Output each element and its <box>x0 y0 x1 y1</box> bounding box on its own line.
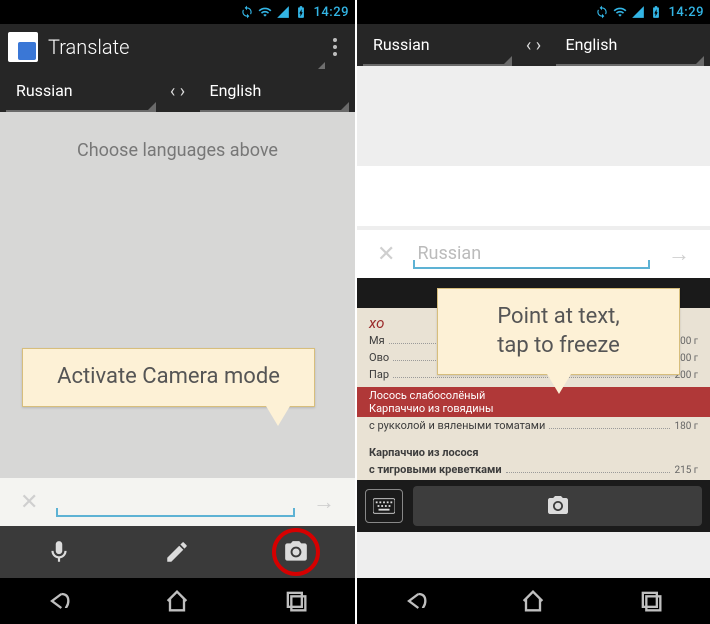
camera-shutter-button[interactable] <box>413 486 702 526</box>
camera-action-bar <box>357 480 710 532</box>
tooltip-freeze: Point at text, tap to freeze <box>437 288 680 375</box>
edit-icon <box>164 539 190 565</box>
camera-input-button[interactable] <box>256 532 336 572</box>
input-row: ✕ → <box>0 478 355 526</box>
menu-highlight: Лосось слабосолёный Карпаччио из говядин… <box>357 387 710 417</box>
language-row: Russian ‹ › English <box>0 70 355 112</box>
status-bar: 14:29 <box>357 0 710 24</box>
battery-icon <box>649 5 663 19</box>
camera-icon <box>546 494 570 518</box>
translate-go-button[interactable]: → <box>303 483 345 521</box>
source-language-selector[interactable]: Russian <box>363 24 512 66</box>
voice-input-button[interactable] <box>19 532 99 572</box>
system-nav-bar <box>357 578 710 624</box>
action-bar <box>0 526 355 578</box>
overflow-menu-button[interactable] <box>323 32 347 62</box>
translate-logo-icon[interactable] <box>8 32 38 62</box>
clear-input-button[interactable]: ✕ <box>367 236 405 273</box>
tooltip-text: Activate Camera mode <box>57 364 280 389</box>
status-bar: 14:29 <box>0 0 355 24</box>
keyboard-toggle-button[interactable] <box>365 489 403 523</box>
system-nav-bar <box>0 578 355 624</box>
signal-icon <box>276 5 290 19</box>
recents-button[interactable] <box>637 587 665 615</box>
status-time: 14:29 <box>669 5 704 20</box>
back-button[interactable] <box>45 587 73 615</box>
language-row: Russian ‹ › English <box>357 24 710 66</box>
wifi-icon <box>613 5 627 19</box>
phone-right: 14:29 Russian ‹ › English ✕ Russian → хо… <box>355 0 710 624</box>
wifi-icon <box>258 5 272 19</box>
status-time: 14:29 <box>314 5 349 20</box>
tooltip-line1: Point at text, <box>497 304 619 329</box>
sync-icon <box>595 5 609 19</box>
battery-icon <box>294 5 308 19</box>
keyboard-icon <box>373 497 395 515</box>
mic-icon <box>46 539 72 565</box>
app-bar: Translate <box>0 24 355 70</box>
app-title[interactable]: Translate <box>48 35 323 59</box>
target-language-label: English <box>210 81 262 100</box>
target-language-label: English <box>566 35 618 54</box>
home-button[interactable] <box>163 587 191 615</box>
text-input[interactable]: Russian <box>413 239 650 269</box>
translate-go-button[interactable]: → <box>658 235 700 273</box>
source-language-label: Russian <box>16 81 73 100</box>
main-area: Choose languages above Activate Camera m… <box>0 112 355 578</box>
swap-languages-button[interactable]: ‹ › <box>156 70 200 112</box>
tooltip-camera: Activate Camera mode <box>22 348 315 407</box>
home-button[interactable] <box>519 587 547 615</box>
signal-icon <box>631 5 645 19</box>
clear-input-button[interactable]: ✕ <box>10 484 48 521</box>
target-language-selector[interactable]: English <box>200 70 350 112</box>
target-language-selector[interactable]: English <box>556 24 705 66</box>
input-placeholder: Russian <box>413 243 481 264</box>
sync-icon <box>240 5 254 19</box>
hint-text: Choose languages above <box>0 112 355 161</box>
input-row: ✕ Russian → <box>357 230 710 278</box>
source-language-label: Russian <box>373 35 430 54</box>
handwriting-input-button[interactable] <box>137 532 217 572</box>
swap-languages-button[interactable]: ‹ › <box>512 24 556 66</box>
text-input[interactable] <box>56 487 295 517</box>
tooltip-line2: tap to freeze <box>497 333 620 358</box>
source-language-selector[interactable]: Russian <box>6 70 156 112</box>
phone-left: 14:29 Translate Russian ‹ › English Choo… <box>0 0 355 624</box>
main-area: ✕ Russian → хо Мя200 гОво200 гПар200 г Л… <box>357 66 710 578</box>
back-button[interactable] <box>402 587 430 615</box>
highlight-ring <box>272 528 320 576</box>
recents-button[interactable] <box>282 587 310 615</box>
